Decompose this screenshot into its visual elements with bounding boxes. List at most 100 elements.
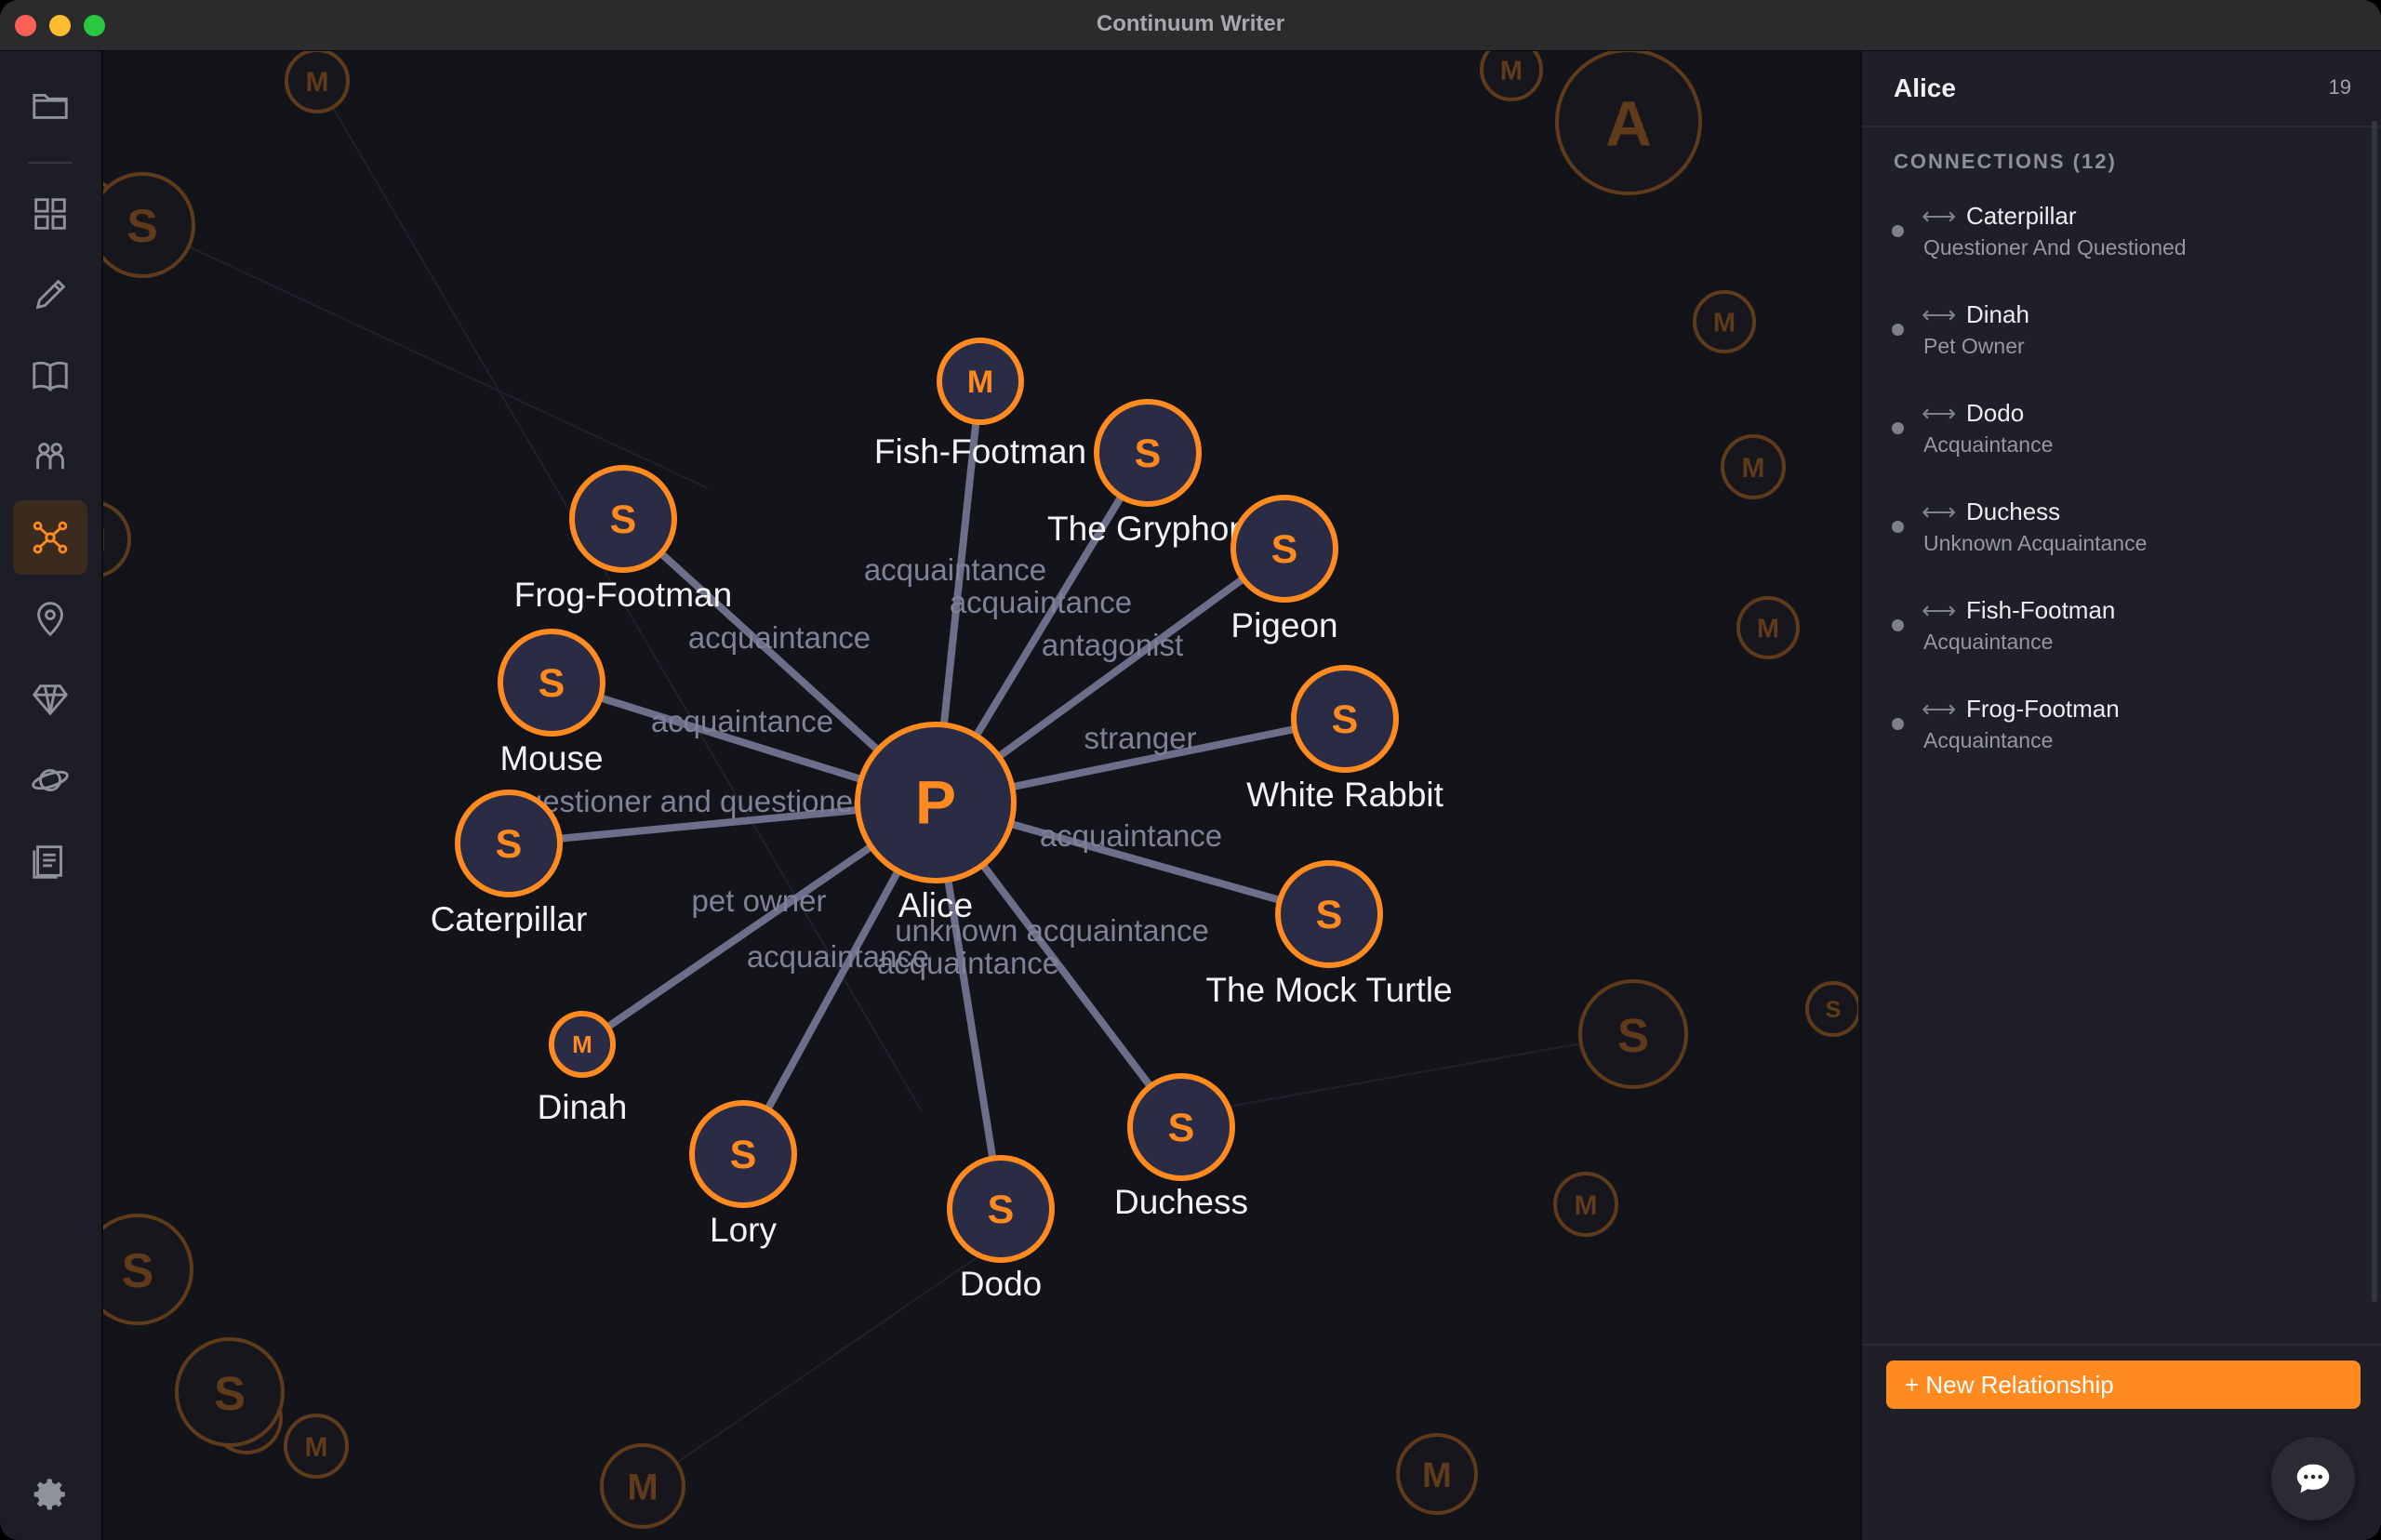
node-pigeon[interactable]: S Pigeon (1230, 495, 1338, 644)
connection-dot (1892, 619, 1904, 631)
connection-name: Duchess (1966, 498, 2061, 525)
planet-icon[interactable] (13, 743, 87, 817)
node-dodo[interactable]: S Dodo (947, 1155, 1055, 1303)
background-node-letter: M (305, 1432, 328, 1463)
background-node-letter: S (1617, 1009, 1649, 1062)
edge-label: acquaintance (651, 704, 833, 738)
node-white-rabbit-letter: S (1332, 697, 1359, 742)
node-duchess-label: Duchess (1114, 1183, 1248, 1221)
node-lory-label: Lory (710, 1211, 777, 1249)
node-mouse-letter: S (539, 661, 565, 706)
gem-icon[interactable] (13, 662, 87, 737)
node-mouse-label: Mouse (499, 739, 603, 777)
bidirectional-arrow-icon: ⟷ (1922, 695, 1957, 723)
connection-dot (1892, 324, 1904, 336)
node-frog-footman-letter: S (610, 498, 637, 542)
connection-type: Unknown Acquaintance (1923, 531, 2148, 555)
node-the-mock-turtle-letter: S (1316, 893, 1343, 937)
connection-item[interactable]: ⟷ Caterpillar Questioner And Questioned (1862, 191, 2372, 289)
edge-label: acquaintance (1040, 818, 1222, 853)
node-dodo-letter: S (988, 1188, 1015, 1232)
background-node-letter: M (1575, 1190, 1598, 1221)
details-panel: Alice 19 CONNECTIONS (12) ⟷ Caterpillar Qu… (1860, 51, 2381, 1540)
background-node-letter: M (1742, 453, 1765, 484)
connections-list[interactable]: ⟷ Caterpillar Questioner And Questioned ⟷ Di… (1862, 191, 2372, 782)
background-node: M (1721, 434, 1786, 499)
chat-button[interactable] (2271, 1437, 2355, 1520)
node-caterpillar-label: Caterpillar (431, 900, 588, 938)
title-bar: Continuum Writer (0, 0, 2381, 51)
connection-type: Questioner And Questioned (1923, 235, 2187, 259)
graph-svg: MMMMSAMMMSMSSMMMSMacquaintanceacquaintan… (103, 51, 1858, 1529)
node-alice-label: Alice (898, 886, 973, 924)
connection-item[interactable]: ⟷ Dodo Acquaintance (1862, 388, 2372, 486)
relationship-graph-canvas[interactable]: MMMMSAMMMSMSSMMMSMacquaintanceacquaintan… (103, 51, 1858, 1540)
panel-header: Alice 19 (1862, 51, 2381, 127)
node-dinah[interactable]: M Dinah (538, 1011, 628, 1126)
background-node-circle (103, 501, 131, 578)
pencil-icon[interactable] (13, 258, 87, 332)
node-white-rabbit[interactable]: S White Rabbit (1246, 665, 1444, 814)
connection-item[interactable]: ⟷ Frog-Footman Acquaintance (1862, 684, 2372, 782)
background-node: M (1693, 290, 1756, 353)
edge-label: acquaintance (950, 585, 1132, 619)
folder-icon[interactable] (13, 68, 87, 142)
connection-type: Acquaintance (1923, 630, 2054, 654)
book-icon[interactable] (13, 339, 87, 413)
node-lory-letter: S (730, 1133, 757, 1177)
node-alice[interactable]: P Alice (855, 722, 1017, 924)
node-lory[interactable]: S Lory (689, 1100, 797, 1249)
node-mouse[interactable]: S Mouse (498, 629, 605, 777)
location-pin-icon[interactable] (13, 581, 87, 656)
node-the-gryphon[interactable]: S The Gryphon (1047, 399, 1248, 548)
gear-icon[interactable] (13, 1457, 87, 1532)
connection-name: Frog-Footman (1966, 695, 2120, 723)
new-relationship-button[interactable]: + New Relationship (1886, 1361, 2361, 1409)
node-the-mock-turtle[interactable]: S The Mock Turtle (1205, 860, 1453, 1009)
panel-count: 19 (2328, 75, 2351, 99)
node-fish-footman-letter: M (967, 365, 993, 400)
background-node: M (284, 1414, 349, 1479)
node-the-mock-turtle-label: The Mock Turtle (1205, 971, 1452, 1009)
dashboard-grid-icon[interactable] (13, 177, 87, 251)
background-node-letter: M (627, 1467, 658, 1508)
node-pigeon-label: Pigeon (1230, 606, 1337, 644)
node-caterpillar-letter: S (496, 822, 523, 867)
background-node-letter: M (1422, 1456, 1452, 1495)
node-duchess[interactable]: S Duchess (1114, 1073, 1248, 1221)
bidirectional-arrow-icon: ⟷ (1922, 300, 1957, 328)
background-edge (1228, 1033, 1634, 1108)
app-window: Continuum Writer M M S A M M M S M S S M… (0, 0, 2381, 1540)
background-node: M (600, 1443, 685, 1529)
connection-name: Caterpillar (1966, 202, 2077, 230)
background-node-letter: S (126, 200, 157, 252)
background-node-letter: S (214, 1367, 246, 1420)
connection-name: Dinah (1966, 300, 2029, 328)
background-node: M (103, 501, 131, 578)
chat-bubble-icon (2296, 1464, 2330, 1494)
node-fish-footman[interactable]: M Fish-Footman (874, 338, 1086, 471)
connection-item[interactable]: ⟷ Dinah Pet Owner (1862, 289, 2372, 388)
edge-label: pet owner (692, 883, 827, 918)
bidirectional-arrow-icon: ⟷ (1922, 202, 1957, 230)
relationship-graph-icon[interactable] (13, 500, 87, 575)
node-frog-footman[interactable]: S Frog-Footman (514, 465, 732, 614)
background-edge (642, 1250, 988, 1487)
notes-icon[interactable] (13, 824, 87, 898)
connection-dot (1892, 422, 1904, 434)
panel-title: Alice (1894, 73, 1956, 102)
node-white-rabbit-label: White Rabbit (1246, 776, 1444, 814)
connection-item[interactable]: ⟷ Fish-Footman Acquaintance (1862, 585, 2372, 684)
background-node-letter: S (122, 1244, 154, 1298)
panel-scrollbar[interactable] (2372, 121, 2377, 1302)
background-node: S (1578, 979, 1688, 1089)
background-node: M (1480, 51, 1543, 101)
connection-item[interactable]: ⟷ Duchess Unknown Acquaintance (1862, 486, 2372, 585)
background-node: S (1805, 981, 1858, 1037)
background-node-letter: M (1500, 57, 1523, 86)
connection-dot (1892, 225, 1904, 237)
background-node-letter: M (306, 67, 329, 98)
bidirectional-arrow-icon: ⟷ (1922, 399, 1957, 427)
characters-icon[interactable] (13, 419, 87, 494)
nodes: M Fish-Footman S The Gryphon S Pigeon S White R… (431, 338, 1453, 1303)
